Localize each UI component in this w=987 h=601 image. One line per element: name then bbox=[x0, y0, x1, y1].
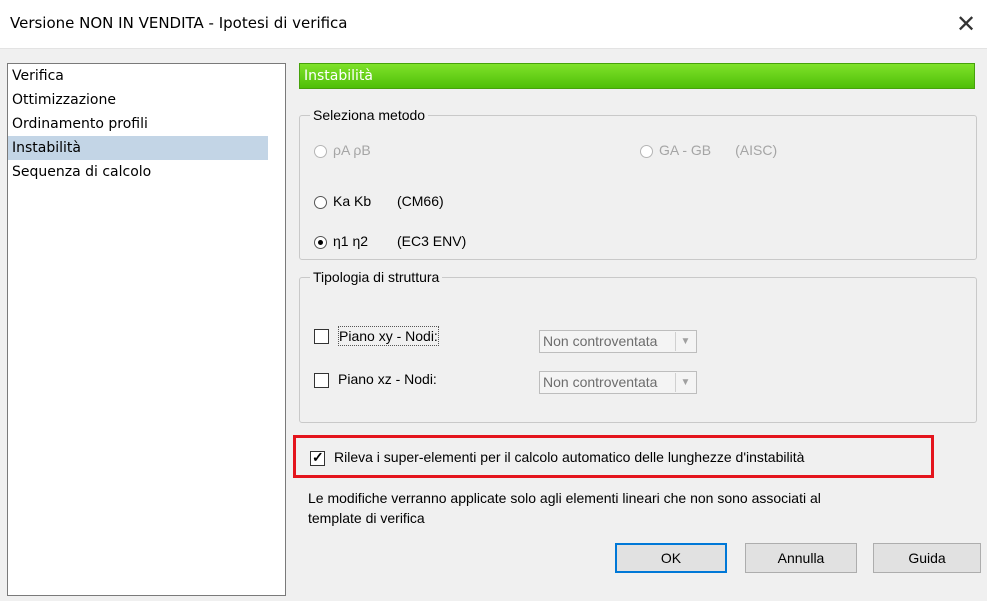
radio-label: ρA ρB bbox=[333, 142, 371, 158]
dialog-body: Verifica Ottimizzazione Ordinamento prof… bbox=[0, 49, 987, 601]
radio-note: (CM66) bbox=[397, 193, 444, 209]
sidebar: Verifica Ottimizzazione Ordinamento prof… bbox=[7, 63, 286, 596]
radio-circle bbox=[640, 144, 653, 158]
radio-circle-selected bbox=[314, 235, 327, 249]
section-header: Instabilità bbox=[299, 63, 975, 89]
radio-ga-gb[interactable]: GA - GB (AISC) bbox=[640, 140, 777, 160]
method-group-legend: Seleziona metodo bbox=[310, 106, 429, 124]
ok-button[interactable]: OK bbox=[615, 543, 727, 573]
xy-node-select[interactable]: Non controventata ▼ bbox=[539, 330, 697, 353]
radio-eta1-eta2[interactable]: η1 η2 (EC3 ENV) bbox=[314, 231, 466, 251]
sidebar-item-instabilita[interactable]: Instabilità bbox=[8, 136, 268, 160]
structure-group-legend: Tipologia di struttura bbox=[310, 268, 443, 286]
title-bar: Versione NON IN VENDITA - Ipotesi di ver… bbox=[0, 0, 987, 49]
super-elements-checkbox[interactable]: ✓ bbox=[310, 449, 325, 466]
radio-rhoA-rhoB[interactable]: ρA ρB bbox=[314, 140, 371, 160]
radio-label: Ka Kb bbox=[333, 193, 372, 209]
radio-circle bbox=[314, 144, 327, 158]
radio-label: GA - GB bbox=[659, 142, 712, 158]
super-elements-label: Rileva i super-elementi per il calcolo a… bbox=[334, 449, 805, 465]
radio-circle bbox=[314, 195, 327, 209]
sidebar-item-sequenza-di-calcolo[interactable]: Sequenza di calcolo bbox=[8, 160, 285, 184]
radio-note: (EC3 ENV) bbox=[397, 233, 467, 249]
sidebar-item-ottimizzazione[interactable]: Ottimizzazione bbox=[8, 88, 285, 112]
info-note-line1: Le modifiche verranno applicate solo agl… bbox=[308, 490, 821, 506]
xz-checkbox[interactable] bbox=[314, 373, 329, 388]
window-title: Versione NON IN VENDITA - Ipotesi di ver… bbox=[10, 14, 348, 32]
xy-label: Piano xy - Nodi: bbox=[338, 326, 439, 346]
radio-ka-kb[interactable]: Ka Kb (CM66) bbox=[314, 191, 444, 211]
xy-checkbox[interactable] bbox=[314, 329, 329, 344]
radio-note: (AISC) bbox=[735, 142, 778, 158]
check-icon: ✓ bbox=[312, 449, 324, 465]
close-icon[interactable]: ✕ bbox=[945, 4, 987, 44]
structure-group: Tipologia di struttura Piano xy - Nodi: … bbox=[299, 268, 977, 423]
xz-node-select[interactable]: Non controventata ▼ bbox=[539, 371, 697, 394]
method-group: Seleziona metodo ρA ρB GA - GB (AISC) Ka … bbox=[299, 106, 977, 260]
cancel-button[interactable]: Annulla bbox=[745, 543, 857, 573]
xz-label: Piano xz - Nodi: bbox=[338, 371, 437, 387]
help-button[interactable]: Guida bbox=[873, 543, 981, 573]
sidebar-item-ordinamento-profili[interactable]: Ordinamento profili bbox=[8, 112, 285, 136]
chevron-down-icon: ▼ bbox=[675, 373, 695, 392]
chevron-down-icon: ▼ bbox=[675, 332, 695, 351]
radio-label: η1 η2 bbox=[333, 233, 369, 249]
sidebar-item-verifica[interactable]: Verifica bbox=[8, 64, 285, 88]
info-note-line2: template di verifica bbox=[308, 510, 425, 526]
